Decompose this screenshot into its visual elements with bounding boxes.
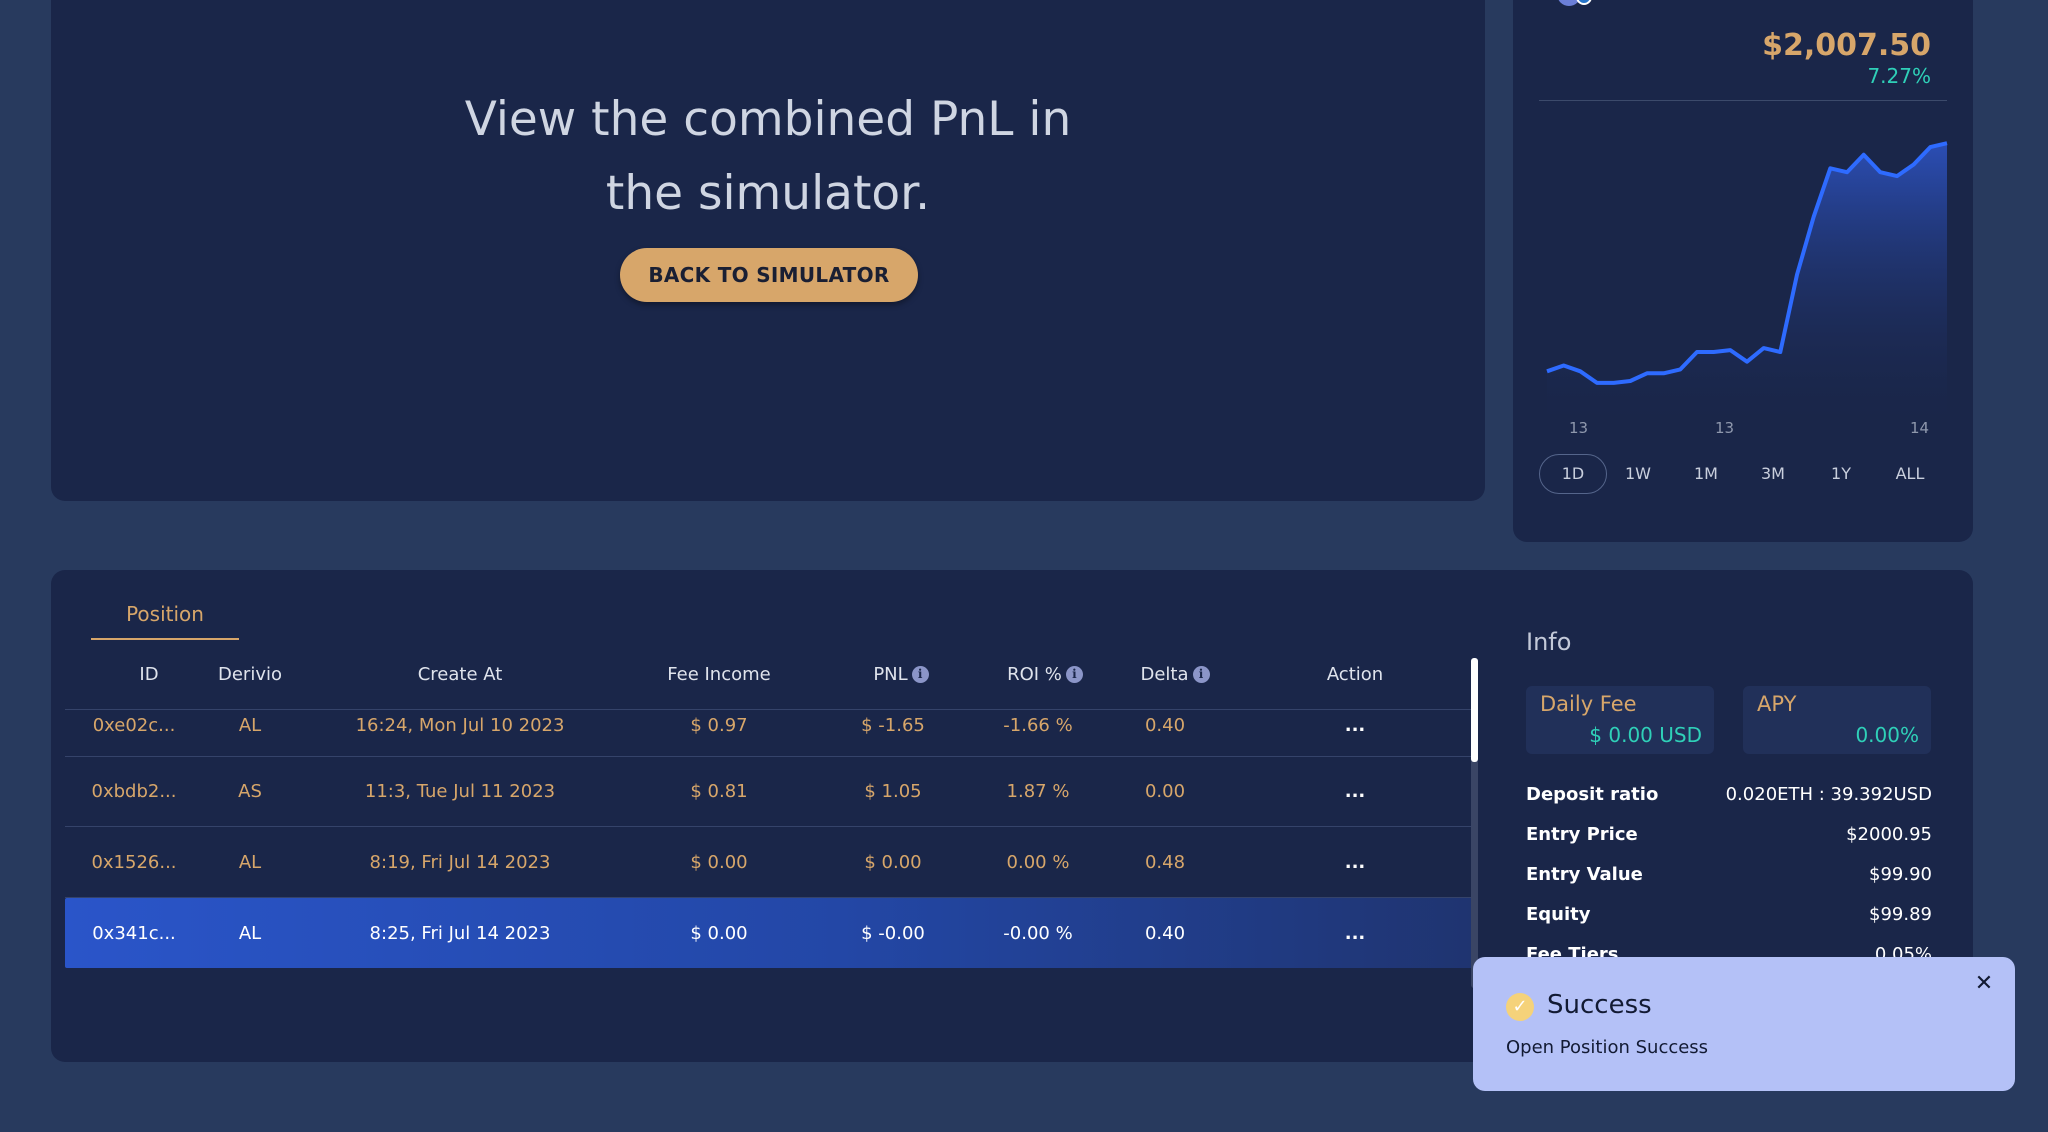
cell-pnl: $ -1.65 — [861, 715, 925, 736]
cell-delta: 0.40 — [1144, 715, 1186, 736]
table-row[interactable]: 0xbdb2... AS 11:3, Tue Jul 11 2023 $ 0.8… — [65, 756, 1475, 827]
info-icon[interactable]: i — [911, 666, 929, 683]
column-header-pnl: PNL i — [831, 656, 971, 694]
column-header-create-at: Create At — [417, 664, 503, 685]
column-header-delta: Delta i — [1105, 656, 1245, 694]
cell-roi: -1.66 % — [1003, 715, 1073, 736]
cell-id: 0x341c... — [92, 922, 176, 944]
row-action-button[interactable]: ... — [1295, 756, 1415, 826]
column-header-fee-income: Fee Income — [667, 664, 771, 685]
cell-derivio: AL — [238, 851, 262, 873]
cell-derivio: AL — [238, 715, 262, 736]
info-row-entry-value: Entry Value $99.90 — [1526, 864, 1932, 894]
cell-roi: 1.87 % — [1006, 780, 1070, 802]
range-all-button[interactable]: ALL — [1882, 454, 1938, 494]
x-tick-3: 14 — [1910, 419, 1930, 437]
cell-delta: 0.40 — [1144, 922, 1186, 944]
price-area-chart — [1546, 141, 1948, 430]
cell-id: 0xbdb2... — [91, 780, 177, 802]
column-header-derivio: Derivio — [217, 664, 282, 685]
cell-fee-income: $ 0.81 — [690, 780, 748, 802]
cell-derivio: AL — [238, 922, 262, 944]
daily-fee-card: Daily Fee $ 0.00 USD — [1526, 686, 1714, 754]
cell-pnl: $ -0.00 — [861, 922, 925, 944]
range-1d-button[interactable]: 1D — [1539, 454, 1607, 494]
apy-card: APY 0.00% — [1743, 686, 1931, 754]
time-range-selector: 1D 1W 1M 3M 1Y ALL — [1539, 454, 1949, 494]
info-title: Info — [1526, 628, 1572, 656]
check-circle-icon: ✓ — [1506, 993, 1534, 1021]
info-label: Entry Value — [1526, 864, 1643, 885]
table-row-selected[interactable]: 0x341c... AL 8:25, Fri Jul 14 2023 $ 0.0… — [65, 898, 1475, 968]
range-1y-button[interactable]: 1Y — [1816, 454, 1866, 494]
table-row[interactable]: 0xe02c... AL 16:24, Mon Jul 10 2023 $ 0.… — [65, 700, 1475, 757]
price-chart-panel: $2,007.50 7.27% 13 13 14 1D 1W 1M 3M 1Y … — [1513, 0, 1973, 542]
table-header: ID Derivio Create At Fee Income PNL i ROI… — [65, 656, 1475, 694]
toast-title: Success — [1547, 990, 1652, 1020]
column-header-pnl-label: PNL — [873, 664, 908, 685]
simulator-message-line2: the simulator. — [605, 166, 931, 221]
info-label: Equity — [1526, 904, 1591, 925]
cell-create-at: 16:24, Mon Jul 10 2023 — [355, 715, 565, 736]
cell-id: 0x1526... — [91, 851, 177, 873]
column-header-roi: ROI % i — [965, 656, 1125, 694]
x-tick-1: 13 — [1569, 419, 1589, 437]
daily-fee-label: Daily Fee — [1540, 692, 1637, 716]
cell-create-at: 11:3, Tue Jul 11 2023 — [364, 780, 556, 802]
table-row[interactable]: 0x1526... AL 8:19, Fri Jul 14 2023 $ 0.0… — [65, 827, 1475, 898]
cell-fee-income: $ 0.00 — [690, 851, 748, 873]
cell-delta: 0.00 — [1144, 780, 1186, 802]
range-1m-button[interactable]: 1M — [1681, 454, 1731, 494]
info-label: Entry Price — [1526, 824, 1638, 845]
simulator-message: View the combined PnL in the simulator. — [51, 83, 1485, 231]
x-tick-2: 13 — [1715, 419, 1735, 437]
close-icon[interactable]: ✕ — [1971, 971, 1997, 997]
cell-derivio: AS — [238, 780, 262, 802]
column-header-delta-label: Delta — [1140, 664, 1189, 685]
info-icon[interactable]: i — [1192, 666, 1210, 683]
info-value: $99.89 — [1869, 904, 1932, 925]
table-scrollbar-thumb[interactable] — [1471, 658, 1478, 762]
row-action-button[interactable]: ... — [1295, 827, 1415, 897]
column-header-id: ID — [139, 664, 159, 685]
info-row-entry-price: Entry Price $2000.95 — [1526, 824, 1932, 854]
chart-area-fill — [1547, 143, 1947, 430]
cell-fee-income: $ 0.00 — [690, 922, 748, 944]
column-header-roi-label: ROI % — [1007, 664, 1062, 685]
cell-delta: 0.48 — [1144, 851, 1186, 873]
success-toast: ✓ Success Open Position Success ✕ — [1473, 957, 2015, 1091]
current-price: $2,007.50 — [1762, 28, 1931, 63]
daily-fee-value: $ 0.00 USD — [1589, 723, 1702, 747]
simulator-panel: View the combined PnL in the simulator. … — [51, 0, 1485, 501]
chart-divider — [1539, 100, 1947, 101]
row-action-button[interactable]: ... — [1295, 700, 1415, 756]
info-row-equity: Equity $99.89 — [1526, 904, 1932, 934]
column-header-action: Action — [1326, 664, 1384, 685]
cell-id: 0xe02c... — [92, 715, 176, 736]
info-value: $99.90 — [1869, 864, 1932, 885]
apy-value: 0.00% — [1855, 723, 1919, 747]
tab-position[interactable]: Position — [91, 602, 239, 640]
info-row-deposit-ratio: Deposit ratio 0.020ETH : 39.392USD — [1526, 784, 1932, 814]
info-icon[interactable]: i — [1065, 666, 1083, 683]
cell-pnl: $ 0.00 — [864, 851, 922, 873]
token-pair-icon — [1558, 0, 1592, 6]
range-1w-button[interactable]: 1W — [1613, 454, 1663, 494]
range-3m-button[interactable]: 3M — [1748, 454, 1798, 494]
info-value: 0.020ETH : 39.392USD — [1725, 784, 1932, 805]
simulator-message-line1: View the combined PnL in — [464, 92, 1072, 147]
back-to-simulator-button[interactable]: BACK TO SIMULATOR — [620, 248, 918, 302]
cell-roi: -0.00 % — [1003, 922, 1073, 944]
cell-roi: 0.00 % — [1006, 851, 1070, 873]
cell-create-at: 8:19, Fri Jul 14 2023 — [369, 851, 551, 873]
toast-message: Open Position Success — [1506, 1037, 1709, 1058]
row-action-button[interactable]: ... — [1295, 898, 1415, 968]
cell-fee-income: $ 0.97 — [690, 715, 748, 736]
apy-label: APY — [1757, 692, 1797, 716]
info-value: $2000.95 — [1846, 824, 1932, 845]
cell-create-at: 8:25, Fri Jul 14 2023 — [369, 922, 551, 944]
price-change: 7.27% — [1867, 64, 1931, 88]
cell-pnl: $ 1.05 — [864, 780, 922, 802]
info-label: Deposit ratio — [1526, 784, 1659, 805]
